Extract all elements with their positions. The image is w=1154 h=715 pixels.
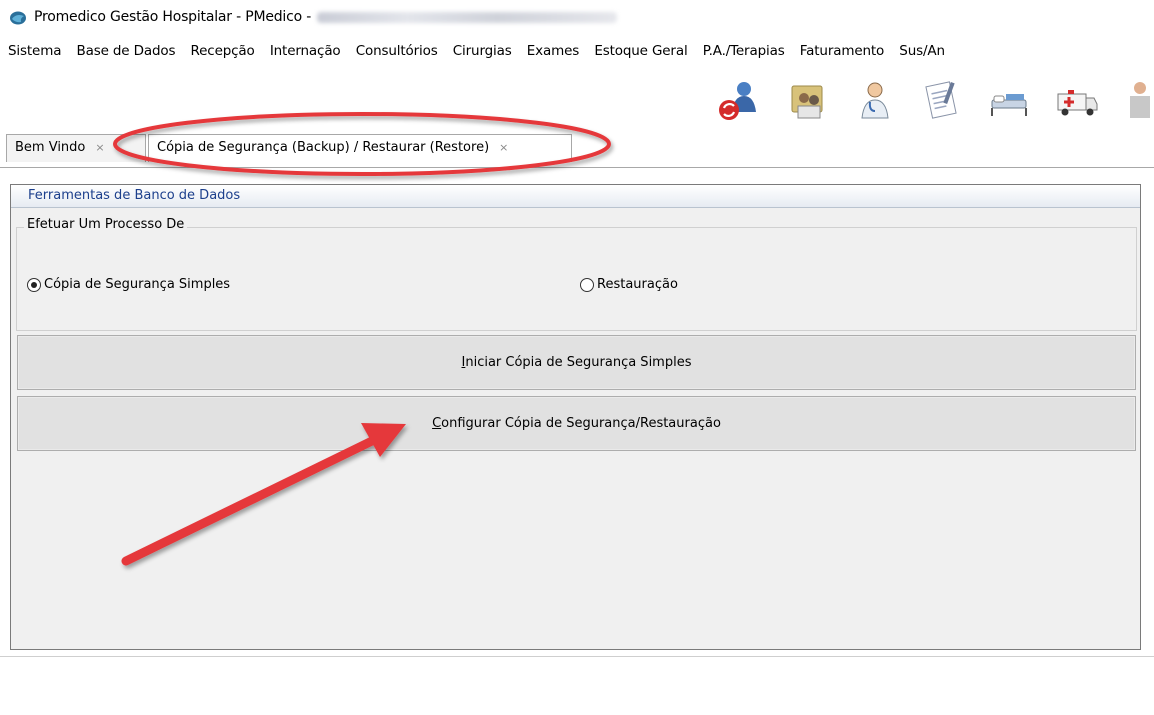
- status-divider: [0, 656, 1154, 657]
- window-title: Promedico Gestão Hospitalar - PMedico -: [34, 9, 618, 25]
- panel-title: Ferramentas de Banco de Dados: [11, 185, 1140, 208]
- tab-label: Cópia de Segurança (Backup) / Restaurar …: [157, 140, 490, 155]
- tab-backup-restore[interactable]: Cópia de Segurança (Backup) / Restaurar …: [148, 134, 572, 162]
- close-icon[interactable]: ×: [95, 141, 104, 154]
- option-simple-backup[interactable]: Cópia de Segurança Simples: [27, 277, 230, 292]
- process-group: Efetuar Um Processo De Cópia de Seguranç…: [16, 217, 1137, 331]
- menu-pa-terapias[interactable]: P.A./Terapias: [697, 38, 790, 59]
- tab-bem-vindo[interactable]: Bem Vindo ×: [6, 134, 146, 162]
- tab-label: Bem Vindo: [15, 140, 86, 155]
- tab-strip: Bem Vindo × Cópia de Segurança (Backup) /…: [0, 122, 1154, 168]
- configure-backup-button[interactable]: Configurar Cópia de Segurança/Restauraçã…: [17, 396, 1136, 451]
- doctor-icon[interactable]: [852, 78, 898, 124]
- menu-faturamento[interactable]: Faturamento: [794, 38, 889, 59]
- radio-simple-backup[interactable]: [27, 277, 41, 292]
- users-refresh-icon[interactable]: [716, 78, 762, 124]
- start-backup-button[interactable]: Iniciar Cópia de Segurança Simples: [17, 335, 1136, 390]
- tab-divider: [0, 167, 1154, 168]
- hospital-bed-icon[interactable]: [986, 78, 1032, 124]
- document-icon[interactable]: [919, 78, 965, 124]
- toolbar-overflow-icon[interactable]: [1122, 78, 1154, 124]
- option-label: Restauração: [597, 277, 678, 292]
- menu-exames[interactable]: Exames: [521, 38, 584, 59]
- patients-folder-icon[interactable]: [786, 78, 832, 124]
- database-tools-panel: Ferramentas de Banco de Dados Efetuar Um…: [10, 184, 1141, 650]
- close-icon[interactable]: ×: [499, 141, 508, 154]
- option-restore[interactable]: Restauração: [580, 277, 678, 292]
- menu-sistema[interactable]: Sistema: [0, 38, 66, 59]
- toolbar: [714, 78, 1154, 128]
- menu-bar: Sistema Base de Dados Recepção Internaçã…: [0, 38, 1154, 64]
- menu-internacao[interactable]: Internação: [264, 38, 346, 59]
- menu-recepcao[interactable]: Recepção: [185, 38, 260, 59]
- menu-cirurgias[interactable]: Cirurgias: [447, 38, 517, 59]
- redacted-version-info: [317, 11, 618, 23]
- group-title: Efetuar Um Processo De: [24, 217, 188, 232]
- title-bar: Promedico Gestão Hospitalar - PMedico -: [0, 0, 1154, 34]
- menu-consultorios[interactable]: Consultórios: [350, 38, 443, 59]
- app-logo-icon: [10, 11, 26, 25]
- option-label: Cópia de Segurança Simples: [44, 277, 231, 292]
- menu-sus[interactable]: Sus/An: [893, 38, 950, 59]
- menu-estoque-geral[interactable]: Estoque Geral: [588, 38, 692, 59]
- radio-restore[interactable]: [580, 277, 594, 292]
- ambulance-icon[interactable]: [1054, 78, 1100, 124]
- menu-base-de-dados[interactable]: Base de Dados: [70, 38, 180, 59]
